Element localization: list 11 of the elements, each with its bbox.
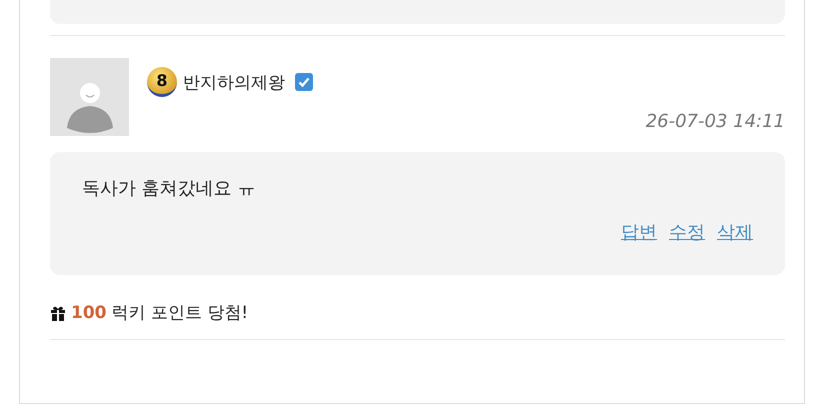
avatar-icon (50, 58, 129, 136)
gift-icon (50, 304, 66, 320)
reward-text: 럭키 포인트 당첨! (112, 302, 248, 324)
comment-date: 26-07-03 14:11 (646, 111, 785, 132)
comment-action-link[interactable]: 삭제 (717, 220, 753, 244)
author-name: 반지하의제왕 (183, 72, 285, 94)
comment-action-link[interactable]: 수정 (669, 220, 705, 244)
comment-text: 독사가 훔쳐갔네요 ㅠ (82, 177, 256, 200)
level-badge: 8 (147, 67, 177, 97)
comment-action-link[interactable]: 답변 (621, 220, 657, 244)
points-amount: 100 (71, 302, 106, 322)
